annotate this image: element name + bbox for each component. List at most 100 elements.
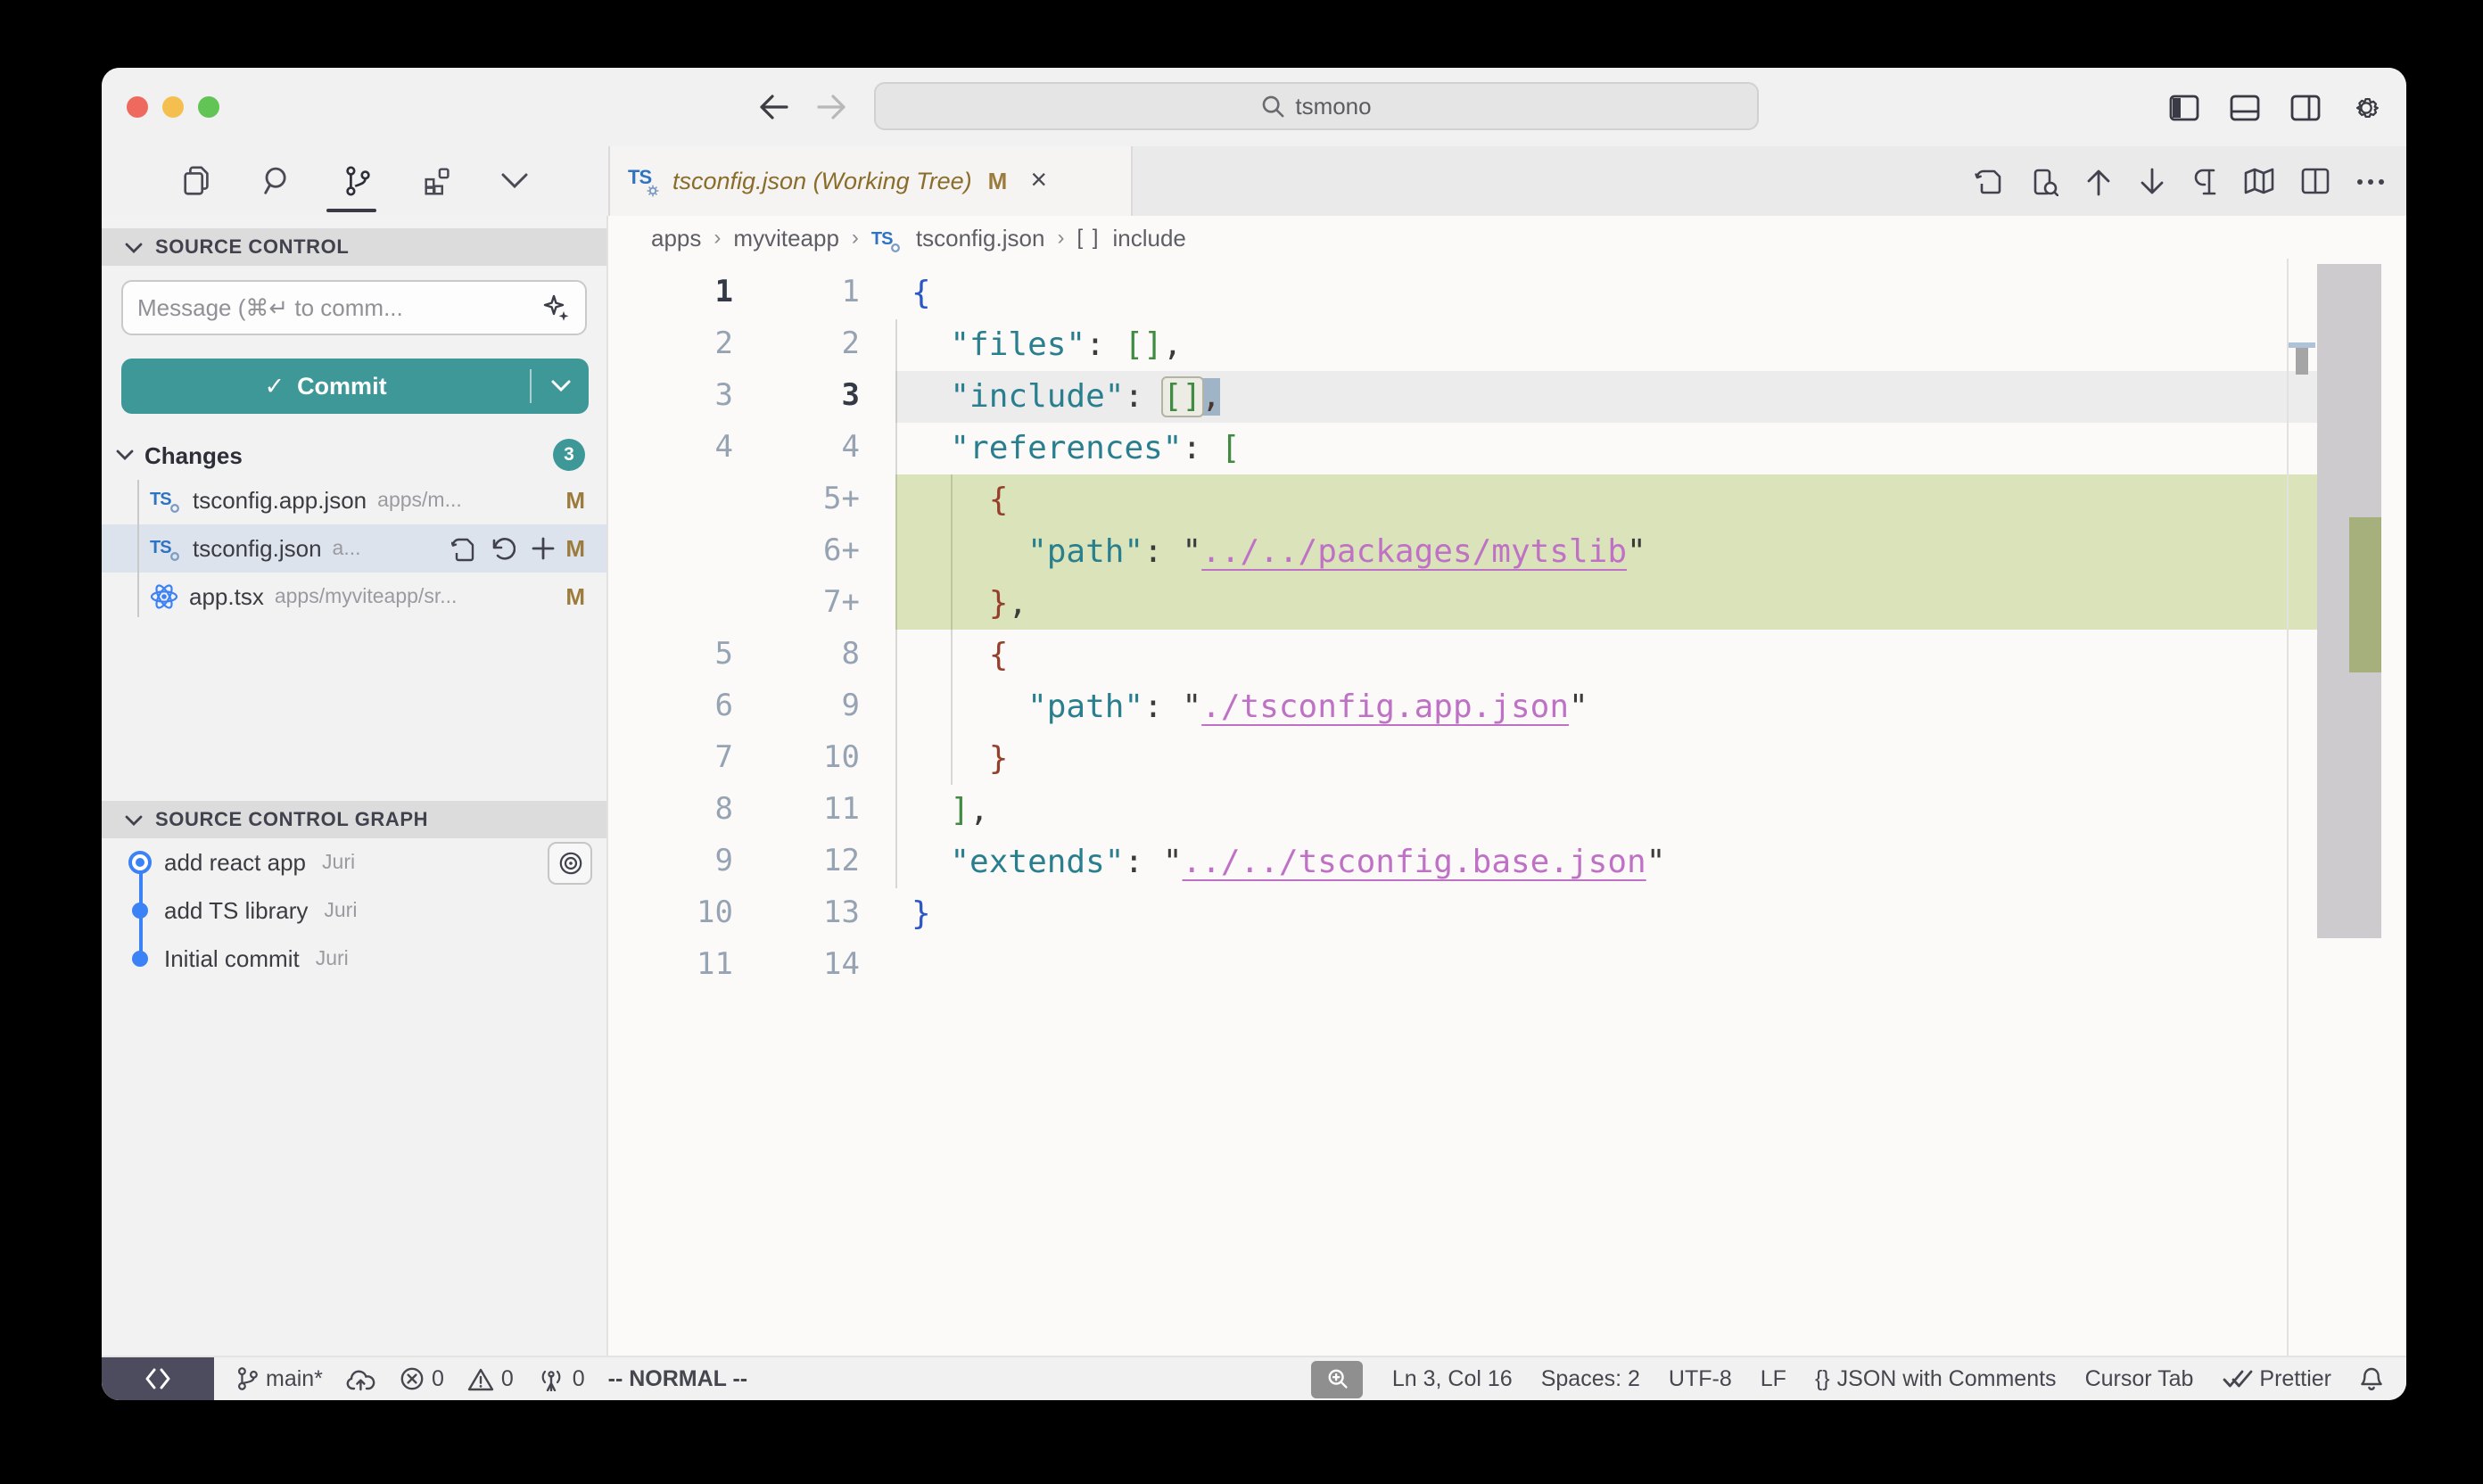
changes-section-header[interactable]: Changes 3 <box>102 433 606 476</box>
code-line-14[interactable]: 1114 <box>608 940 2406 992</box>
original-line-number <box>608 578 751 630</box>
file-path: apps/m... <box>377 490 462 511</box>
code-token: : <box>1124 378 1162 416</box>
commit-row-add-ts-library[interactable]: add TS library Juri <box>102 886 606 935</box>
zoom-indicator[interactable] <box>1312 1360 1364 1397</box>
breadcrumb-apps[interactable]: apps <box>651 224 701 251</box>
code-line-5[interactable]: 5+ { <box>608 474 2406 526</box>
commit-row-initial-commit[interactable]: Initial commit Juri <box>102 935 606 983</box>
notifications-button[interactable] <box>2360 1366 2383 1391</box>
remote-indicator[interactable] <box>102 1356 214 1400</box>
command-center-search[interactable]: tsmono <box>874 82 1759 130</box>
commit-button[interactable]: ✓ Commit <box>121 359 589 414</box>
breadcrumb: apps › myviteapp › TS tsconfig.json › [ … <box>608 216 2406 259</box>
code-line-1[interactable]: 11{ <box>608 268 2406 319</box>
modified-line-number: 8 <box>751 630 870 681</box>
code-token: : <box>1085 326 1124 364</box>
additional-views-button[interactable] <box>501 173 528 189</box>
original-line-number: 9 <box>608 837 751 888</box>
modified-line-number: 6+ <box>751 526 870 578</box>
modified-line-number: 12 <box>751 837 870 888</box>
ports-indicator[interactable]: 0 <box>537 1366 585 1391</box>
indent-guide <box>895 474 897 526</box>
cursor-position-indicator[interactable]: Ln 3, Col 16 <box>1392 1366 1513 1391</box>
stage-changes-icon[interactable] <box>532 537 555 560</box>
zoom-window-button[interactable] <box>198 96 219 118</box>
commit-message-input[interactable] <box>137 294 532 321</box>
extensions-view-button[interactable] <box>421 164 455 198</box>
branch-indicator[interactable]: main* <box>235 1366 323 1391</box>
code-token: " <box>1183 688 1202 726</box>
split-editor-button[interactable] <box>2301 168 2330 194</box>
code-line-content: ], <box>895 785 2406 837</box>
code-line-2[interactable]: 22 "files": [], <box>608 319 2406 371</box>
search-view-button[interactable] <box>260 164 294 198</box>
indent-guide <box>951 474 953 526</box>
code-line-13[interactable]: 1013} <box>608 888 2406 940</box>
editor-pane: apps › myviteapp › TS tsconfig.json › [ … <box>608 216 2406 1356</box>
toggle-panel-button[interactable] <box>2230 94 2260 120</box>
next-change-button[interactable] <box>2139 167 2165 195</box>
tab-tsconfig-working-tree[interactable]: TS tsconfig.json (Working Tree) M × <box>608 146 1133 216</box>
modified-line-number: 2 <box>751 319 870 371</box>
code-line-10[interactable]: 710 } <box>608 733 2406 785</box>
code-line-12[interactable]: 912 "extends": "../../tsconfig.base.json… <box>608 837 2406 888</box>
goto-head-button[interactable] <box>548 841 592 884</box>
source-control-graph-section-header[interactable]: SOURCE CONTROL GRAPH <box>102 801 606 838</box>
previous-change-button[interactable] <box>2085 167 2112 195</box>
code-line-9[interactable]: 69 "path": "./tsconfig.app.json" <box>608 681 2406 733</box>
code-line-4[interactable]: 44 "references": [ <box>608 423 2406 474</box>
code-token: "path" <box>1027 688 1143 726</box>
file-row-app-tsx[interactable]: app.tsx apps/myviteapp/sr... M <box>102 573 606 621</box>
original-line-number <box>608 474 751 526</box>
code-token: " <box>1627 533 1646 571</box>
errors-indicator[interactable]: 0 <box>400 1366 444 1391</box>
code-lines: 11{22 "files": [],33 "include": [],44 "r… <box>608 259 2406 992</box>
source-control-view-button[interactable] <box>341 164 375 198</box>
forward-button[interactable] <box>817 95 847 120</box>
formatter-indicator[interactable]: Prettier <box>2222 1366 2331 1391</box>
more-actions-button[interactable] <box>2356 177 2385 185</box>
arrow-left-icon <box>758 95 788 120</box>
back-button[interactable] <box>758 95 788 120</box>
toggle-secondary-sidebar-button[interactable] <box>2290 94 2321 120</box>
modified-line-number: 11 <box>751 785 870 837</box>
commit-dropdown-button[interactable] <box>532 380 589 392</box>
sync-changes-button[interactable] <box>346 1367 376 1390</box>
source-control-section-header[interactable]: SOURCE CONTROL <box>102 228 606 266</box>
discard-changes-icon[interactable] <box>491 537 516 560</box>
open-changes-button[interactable] <box>1975 167 2003 195</box>
warnings-indicator[interactable]: 0 <box>467 1366 514 1391</box>
file-row-tsconfig-app-json[interactable]: TS tsconfig.app.json apps/m... M <box>102 476 606 524</box>
toggle-whitespace-button[interactable] <box>2192 167 2217 195</box>
code-line-8[interactable]: 58 { <box>608 630 2406 681</box>
open-file-icon[interactable] <box>451 536 474 561</box>
commit-row-add-react-app[interactable]: add react app Juri <box>102 838 606 886</box>
review-changes-button[interactable] <box>2030 167 2058 195</box>
eol-indicator[interactable]: LF <box>1761 1366 1786 1391</box>
open-map-button[interactable] <box>2244 168 2274 194</box>
settings-button[interactable] <box>2351 92 2381 122</box>
code-line-6[interactable]: 6+ "path": "../../packages/mytslib" <box>608 526 2406 578</box>
close-window-button[interactable] <box>127 96 148 118</box>
toggle-primary-sidebar-button[interactable] <box>2169 94 2199 120</box>
indentation-indicator[interactable]: Spaces: 2 <box>1541 1366 1640 1391</box>
encoding-indicator[interactable]: UTF-8 <box>1669 1366 1732 1391</box>
file-row-tsconfig-json[interactable]: TS tsconfig.json a... M <box>102 524 606 573</box>
breadcrumb-include[interactable]: include <box>1112 224 1185 251</box>
minimize-window-button[interactable] <box>162 96 184 118</box>
tab-close-button[interactable]: × <box>1030 167 1047 195</box>
code-line-3[interactable]: 33 "include": [], <box>608 371 2406 423</box>
breadcrumb-tsconfig-json[interactable]: tsconfig.json <box>916 224 1045 251</box>
explorer-view-button[interactable] <box>180 164 214 198</box>
vim-mode-indicator[interactable]: -- NORMAL -- <box>608 1366 747 1391</box>
indent-guide <box>895 526 897 578</box>
breadcrumb-myviteapp[interactable]: myviteapp <box>733 224 839 251</box>
cursor-tab-indicator[interactable]: Cursor Tab <box>2085 1366 2194 1391</box>
commit-author: Juri <box>324 900 357 921</box>
code-line-7[interactable]: 7+ }, <box>608 578 2406 630</box>
sparkle-icon[interactable] <box>542 293 571 322</box>
original-line-number: 11 <box>608 940 751 992</box>
language-mode-indicator[interactable]: {} JSON with Comments <box>1815 1366 2057 1391</box>
code-line-11[interactable]: 811 ], <box>608 785 2406 837</box>
